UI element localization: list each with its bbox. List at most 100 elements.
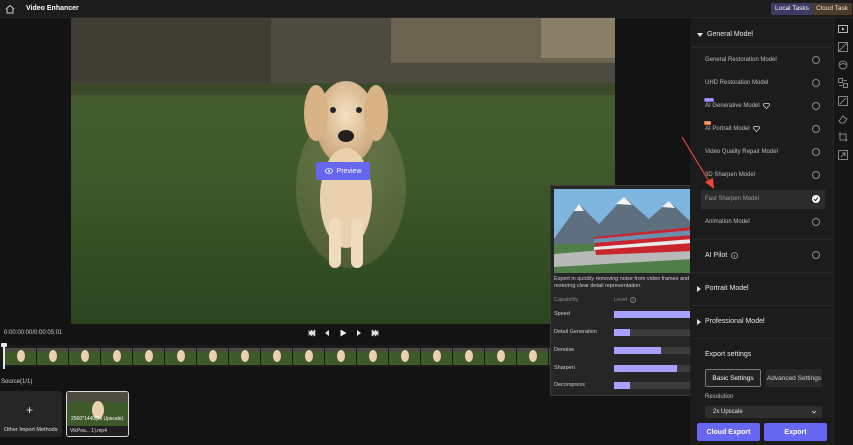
radio-video-quality-repair[interactable] (812, 148, 820, 156)
general-model-header[interactable]: General Model (697, 31, 753, 38)
model-label: UHD Restoration Model (705, 80, 769, 86)
colorize-icon[interactable] (838, 96, 848, 106)
capability-denoise-label: Denoise (554, 347, 575, 353)
model-label: Fast Sharpen Model (705, 196, 760, 202)
step-forward-icon[interactable] (354, 328, 364, 338)
hot-badge: Hot (704, 121, 712, 125)
radio-animation[interactable] (812, 218, 820, 226)
professional-model-header[interactable]: Professional Model (697, 318, 765, 325)
model-uhd-restoration[interactable]: UHD Restoration Model (705, 80, 768, 86)
playhead-handle[interactable] (1, 343, 7, 347)
capability-speed-label: Speed (554, 311, 570, 317)
import-label[interactable]: Other Import Methods (4, 427, 58, 433)
step-back-icon[interactable] (322, 328, 332, 338)
eye-icon (324, 168, 333, 174)
model-label: General Restoration Model (705, 57, 777, 63)
professional-model-label: Professional Model (705, 318, 765, 325)
skip-back-icon[interactable] (307, 328, 317, 338)
capability-decompress-fill (614, 382, 630, 389)
timecode: 0:00:00:00/0:00:05:01 (4, 330, 63, 336)
model-label: AI Portrait Model (705, 126, 750, 132)
capability-detail-fill (614, 329, 630, 336)
model-label: Animation Model (705, 219, 750, 225)
level-header-label: Level (614, 297, 628, 303)
frame-interpolation-icon[interactable] (838, 78, 848, 88)
video-enhance-icon[interactable] (838, 24, 848, 34)
export-settings-label: Export settings (705, 351, 752, 358)
resolution-label: Resolution (705, 394, 734, 400)
skip-forward-icon[interactable] (370, 328, 380, 338)
model-description: Expert in quickly removing noise from vi… (554, 276, 690, 289)
cloud-task-button[interactable]: Cloud Task (812, 3, 853, 15)
radio-ai-portrait[interactable] (812, 125, 820, 133)
preview-button[interactable]: Preview (316, 162, 370, 180)
divider (692, 338, 832, 339)
portrait-model-header[interactable]: Portrait Model (697, 285, 749, 292)
capability-denoise-fill (614, 347, 662, 354)
eraser-icon[interactable] (838, 114, 848, 124)
model-general-restoration[interactable]: General Restoration Model (705, 57, 777, 63)
color-icon[interactable] (838, 60, 848, 70)
info-icon[interactable] (630, 297, 637, 303)
resolution-select[interactable]: 2x Upscale (705, 406, 822, 418)
cloud-export-button[interactable]: Cloud Export (697, 423, 760, 441)
ai-pilot-label: AI Pilot (705, 252, 728, 259)
divider (692, 47, 832, 48)
model-label: AI Generative Model (705, 103, 760, 109)
timeline-thumbnails[interactable] (5, 348, 550, 365)
preview-label: Preview (336, 167, 362, 175)
diamond-icon (762, 103, 770, 109)
portrait-model-label: Portrait Model (705, 285, 749, 292)
model-ai-generative[interactable]: AI Generative Model (705, 103, 770, 109)
model-sample-image (554, 189, 693, 273)
local-tasks-button[interactable]: Local Tasks (771, 3, 813, 15)
model-ai-portrait[interactable]: AI Portrait Model (705, 126, 760, 132)
slash-square-icon[interactable] (838, 42, 848, 52)
level-header: Level (614, 297, 637, 303)
clip-name: VikPea... 1).mp4 (70, 428, 107, 434)
export-image-icon[interactable] (838, 150, 848, 160)
top-bar (0, 0, 853, 18)
capability-detail-bar (614, 329, 693, 336)
annotation-arrow (681, 136, 714, 189)
model-fast-sharpen[interactable]: Fast Sharpen Model (705, 196, 759, 202)
divider (692, 272, 832, 273)
capability-sharpen-fill (614, 365, 678, 372)
diamond-icon (752, 126, 760, 132)
capability-decompress-label: Decompress (554, 382, 585, 388)
home-icon[interactable] (4, 3, 16, 15)
capability-decompress-bar (614, 382, 693, 389)
divider (692, 239, 832, 240)
capability-header: Capability (554, 297, 579, 303)
general-model-label: General Model (707, 31, 753, 38)
app-title: Video Enhancer (26, 5, 79, 12)
export-button[interactable]: Export (764, 423, 827, 441)
radio-3d-sharpen[interactable] (812, 171, 820, 179)
chevron-down-icon (697, 32, 703, 37)
radio-ai-generative[interactable] (812, 102, 820, 110)
play-icon[interactable] (338, 328, 348, 338)
basic-settings-tab[interactable]: Basic Settings (705, 369, 761, 387)
source-label: Source(1/1) (1, 379, 33, 385)
capability-detail-label: Detail Generation (554, 329, 597, 335)
model-animation[interactable]: Animation Model (705, 219, 750, 225)
capability-denoise-bar (614, 347, 693, 354)
capability-sharpen-label: Sharpen (554, 365, 575, 371)
clip-resolution: 2560*1440(2x Upscale) (71, 416, 124, 422)
crop-icon[interactable] (838, 132, 848, 142)
radio-uhd-restoration[interactable] (812, 79, 820, 87)
new-badge: NEW (704, 98, 715, 102)
capability-speed-bar (614, 311, 693, 318)
chevron-right-icon (697, 318, 701, 325)
radio-general-restoration[interactable] (812, 56, 820, 64)
capability-speed-fill (614, 311, 693, 318)
plus-icon[interactable]: + (26, 403, 33, 417)
radio-ai-pilot[interactable] (812, 251, 820, 259)
advanced-settings-tab[interactable]: Advanced Settings (766, 369, 822, 387)
info-icon[interactable] (731, 252, 738, 259)
divider (692, 305, 832, 306)
check-icon[interactable] (812, 195, 820, 203)
capability-sharpen-bar (614, 365, 693, 372)
chevron-down-icon[interactable] (811, 409, 817, 415)
ai-pilot-header[interactable]: AI Pilot (705, 252, 738, 259)
